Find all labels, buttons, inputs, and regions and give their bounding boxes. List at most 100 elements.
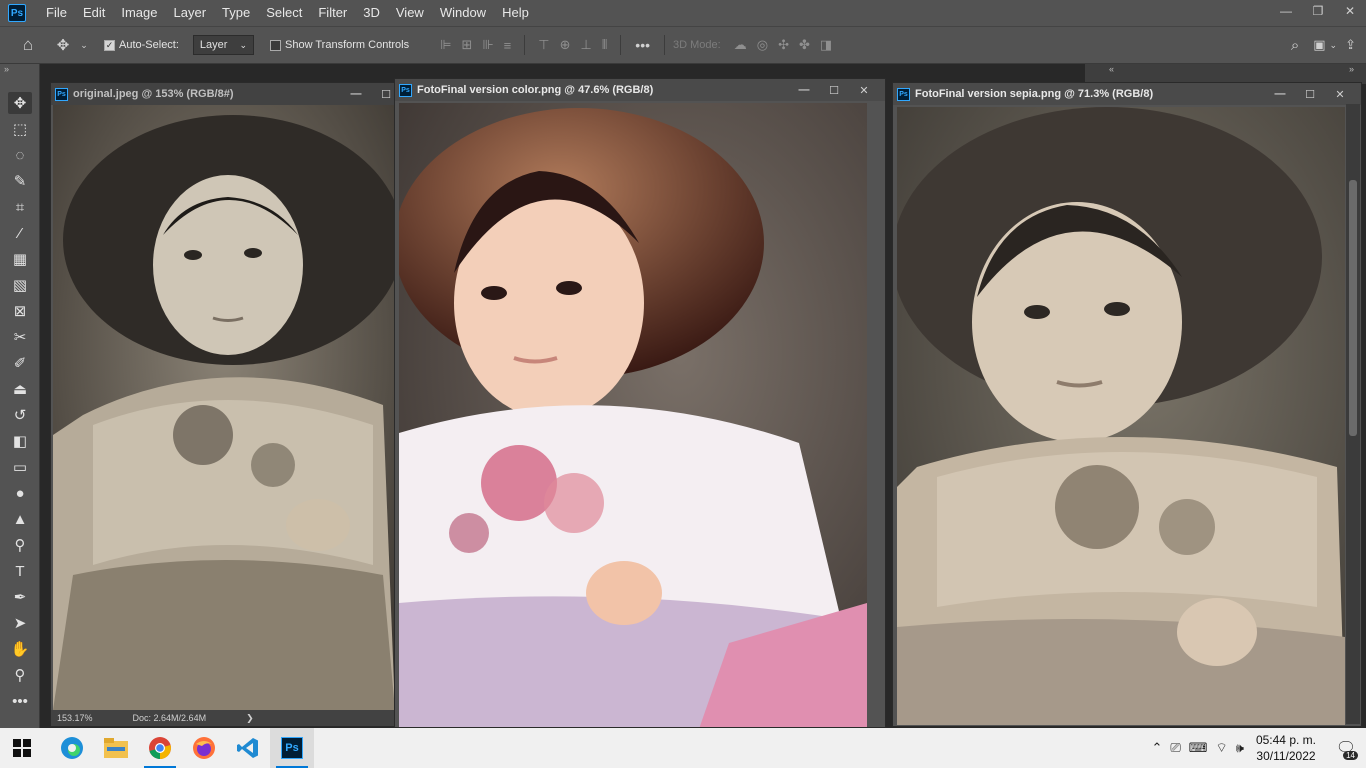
menu-view[interactable]: View <box>388 0 432 26</box>
meet-now-icon[interactable]: ⎚ <box>1170 740 1180 756</box>
align-bottom-icon[interactable]: ⊥ <box>581 37 592 53</box>
image-canvas[interactable] <box>399 103 867 727</box>
document-window-color[interactable]: Ps FotoFinal version color.png @ 47.6% (… <box>394 78 886 728</box>
scrollbar-thumb[interactable] <box>1349 180 1357 436</box>
menu-window[interactable]: Window <box>432 0 494 26</box>
more-options-icon[interactable]: ••• <box>635 37 650 53</box>
image-canvas[interactable] <box>897 107 1345 725</box>
frame-tool-icon[interactable]: ⊠ <box>8 300 32 322</box>
edge-icon[interactable] <box>50 728 94 768</box>
collapsed-panel-strip[interactable]: «» <box>1085 64 1366 84</box>
3d-slide-icon[interactable]: ✤ <box>799 37 810 53</box>
tools-panel: » ✥ ⬚ ◌ ✎ ⌗ ⁄ ▦ ▧ ⊠ ✂ ✐ ⏏ ↺ ◧ ▭ ● ▲ ⚲ T … <box>0 64 40 728</box>
marquee-tool-icon[interactable]: ⬚ <box>8 118 32 140</box>
menu-3d[interactable]: 3D <box>355 0 388 26</box>
eraser-tool-icon[interactable]: ◧ <box>8 430 32 452</box>
align-left-icon[interactable]: ⊫ <box>440 37 451 53</box>
show-transform-controls-checkbox[interactable] <box>270 39 281 51</box>
move-tool-preset-icon[interactable]: ✥ <box>48 36 78 54</box>
blur-tool-icon[interactable]: ● <box>8 482 32 504</box>
document-window-original[interactable]: Ps original.jpeg @ 153% (RGB/8#) — ☐ 153… <box>50 82 396 727</box>
document-minimize-button[interactable]: — <box>1265 83 1295 105</box>
workspace-icon[interactable]: ▣ <box>1313 37 1325 53</box>
document-close-button[interactable]: ✕ <box>1325 83 1355 105</box>
menu-layer[interactable]: Layer <box>166 0 215 26</box>
dodge-tool-icon[interactable]: ⚲ <box>8 534 32 556</box>
document-close-button[interactable]: ✕ <box>849 79 879 101</box>
menu-type[interactable]: Type <box>214 0 258 26</box>
3d-roll-icon[interactable]: ◎ <box>757 37 768 53</box>
search-icon[interactable]: ⌕ <box>1291 37 1299 54</box>
document-minimize-button[interactable]: — <box>341 83 371 105</box>
more-tools-icon[interactable]: ••• <box>8 690 32 712</box>
align-middle-icon[interactable]: ⊕ <box>560 37 571 53</box>
status-arrow-icon[interactable]: ❯ <box>246 713 254 724</box>
zoom-level[interactable]: 153.17% <box>57 713 93 723</box>
patch-tool-icon[interactable]: ✂ <box>8 326 32 348</box>
distribute-icon[interactable]: ⫴ <box>602 37 607 53</box>
history-brush-tool-icon[interactable]: ↺ <box>8 404 32 426</box>
crop-tool-icon[interactable]: ⌗ <box>8 196 32 218</box>
document-titlebar[interactable]: Ps FotoFinal version color.png @ 47.6% (… <box>395 79 885 101</box>
chrome-icon[interactable] <box>138 728 182 768</box>
path-selection-tool-icon[interactable]: ➤ <box>8 612 32 634</box>
type-tool-icon[interactable]: T <box>8 560 32 582</box>
chevron-down-icon[interactable]: ⌄ <box>1330 40 1338 51</box>
menu-file[interactable]: File <box>38 0 75 26</box>
align-distribute-icon[interactable]: ≡ <box>504 38 512 53</box>
sharpen-tool-icon[interactable]: ▲ <box>8 508 32 530</box>
document-maximize-button[interactable]: ☐ <box>371 83 395 105</box>
collapse-panel-icon[interactable]: » <box>0 64 39 78</box>
document-window-sepia[interactable]: Ps FotoFinal version sepia.png @ 71.3% (… <box>892 82 1362 727</box>
menu-select[interactable]: Select <box>258 0 310 26</box>
document-titlebar[interactable]: Ps original.jpeg @ 153% (RGB/8#) — ☐ <box>51 83 395 105</box>
eyedropper-tool-icon[interactable]: ⁄ <box>8 222 32 244</box>
photoshop-icon[interactable]: Ps <box>270 728 314 768</box>
firefox-icon[interactable] <box>182 728 226 768</box>
align-right-icon[interactable]: ⊪ <box>482 37 493 53</box>
menu-filter[interactable]: Filter <box>310 0 355 26</box>
windows-start-icon[interactable] <box>0 728 44 768</box>
align-center-icon[interactable]: ⊞ <box>461 37 472 53</box>
3d-pan-icon[interactable]: ✣ <box>778 37 789 53</box>
lasso-tool-icon[interactable]: ◌ <box>8 144 32 166</box>
notification-center-icon[interactable]: 🗨 14 <box>1326 728 1366 768</box>
move-tool-icon[interactable]: ✥ <box>8 92 32 114</box>
vscode-icon[interactable] <box>226 728 270 768</box>
align-top-icon[interactable]: ⊤ <box>538 37 549 53</box>
document-maximize-button[interactable]: ☐ <box>819 79 849 101</box>
language-icon[interactable]: ⌨ <box>1189 740 1208 756</box>
vertical-scrollbar[interactable] <box>1346 104 1360 724</box>
app-close-button[interactable]: ✕ <box>1334 0 1366 22</box>
app-minimize-button[interactable]: — <box>1270 0 1302 22</box>
menu-help[interactable]: Help <box>494 0 537 26</box>
brush-healing-tool-icon[interactable]: ▧ <box>8 274 32 296</box>
3d-orbit-icon[interactable]: ☁ <box>734 37 747 53</box>
image-canvas[interactable] <box>53 105 395 710</box>
document-titlebar[interactable]: Ps FotoFinal version sepia.png @ 71.3% (… <box>893 83 1361 105</box>
app-restore-button[interactable]: ❐ <box>1302 0 1334 22</box>
hand-tool-icon[interactable]: ✋ <box>8 638 32 660</box>
brush-tool-icon[interactable]: ✐ <box>8 352 32 374</box>
home-icon[interactable]: ⌂ <box>8 35 48 55</box>
show-hidden-icons-icon[interactable]: ⌃ <box>1151 740 1162 756</box>
file-explorer-icon[interactable] <box>94 728 138 768</box>
document-maximize-button[interactable]: ☐ <box>1295 83 1325 105</box>
pen-tool-icon[interactable]: ✒ <box>8 586 32 608</box>
auto-select-target-dropdown[interactable]: Layer ⌄ <box>192 35 254 55</box>
volume-icon[interactable]: 🕪 <box>1236 740 1244 756</box>
clone-stamp-tool-icon[interactable]: ⏏ <box>8 378 32 400</box>
document-minimize-button[interactable]: — <box>789 79 819 101</box>
gradient-tool-icon[interactable]: ▭ <box>8 456 32 478</box>
zoom-tool-icon[interactable]: ⚲ <box>8 664 32 686</box>
wifi-icon[interactable]: ⌔ <box>1216 740 1228 756</box>
auto-select-checkbox[interactable]: ✓ <box>104 39 115 51</box>
3d-camera-icon[interactable]: ◨ <box>820 37 832 53</box>
clock[interactable]: 05:44 p. m. 30/11/2022 <box>1256 732 1316 764</box>
menu-edit[interactable]: Edit <box>75 0 113 26</box>
quick-selection-tool-icon[interactable]: ✎ <box>8 170 32 192</box>
menu-image[interactable]: Image <box>113 0 165 26</box>
chevron-down-icon[interactable]: ⌄ <box>78 40 90 51</box>
share-icon[interactable]: ⇪ <box>1345 37 1356 53</box>
spot-healing-tool-icon[interactable]: ▦ <box>8 248 32 270</box>
